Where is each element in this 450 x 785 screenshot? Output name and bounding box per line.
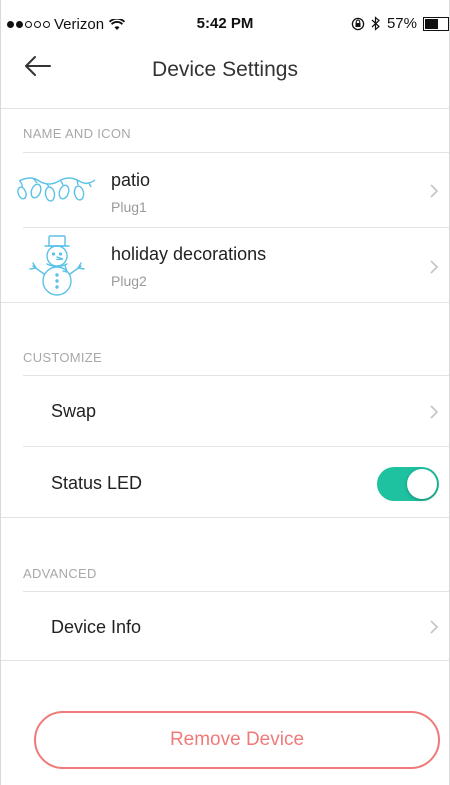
device-info-row[interactable]: Device Info (1, 592, 449, 660)
divider (1, 302, 449, 303)
screen: Verizon 5:42 PM 57% Device Settings NAME… (0, 0, 450, 785)
chevron-right-icon (430, 405, 439, 419)
status-led-toggle[interactable] (377, 467, 439, 501)
section-header-name-and-icon: NAME AND ICON (23, 126, 131, 141)
string-lights-icon (17, 177, 96, 202)
remove-device-button[interactable]: Remove Device (34, 711, 440, 769)
divider (1, 660, 449, 661)
swap-label: Swap (51, 401, 97, 421)
snowman-icon (29, 235, 85, 296)
chevron-right-icon (430, 184, 439, 198)
page-title: Device Settings (152, 58, 298, 81)
section-header-customize: CUSTOMIZE (23, 350, 103, 365)
swap-row[interactable]: Swap (1, 376, 449, 446)
chevron-right-icon (430, 260, 439, 274)
section-header-advanced: ADVANCED (23, 566, 97, 581)
battery-percent: 57% (386, 15, 417, 32)
device-plug-label: Plug1 (111, 199, 147, 215)
header: Device Settings (1, 40, 449, 100)
device-name: patio (111, 170, 151, 190)
status-right: 57% (351, 15, 449, 32)
status-led-row: Status LED (1, 447, 449, 517)
chevron-right-icon (430, 620, 439, 634)
battery-fill (425, 18, 438, 29)
toggle-knob (407, 469, 437, 499)
battery-icon (423, 16, 449, 31)
divider (1, 108, 449, 109)
device-plug-label: Plug2 (111, 273, 147, 289)
orientation-lock-icon (351, 17, 365, 30)
bluetooth-icon (371, 16, 380, 31)
device-info-label: Device Info (51, 617, 142, 637)
status-led-label: Status LED (51, 473, 143, 493)
device-row-holiday-decorations[interactable]: holiday decorations Plug2 (1, 228, 449, 302)
device-name: holiday decorations (111, 244, 267, 264)
status-bar: Verizon 5:42 PM 57% (1, 0, 449, 40)
divider (1, 517, 449, 518)
device-row-patio[interactable]: patio Plug1 (1, 153, 449, 227)
